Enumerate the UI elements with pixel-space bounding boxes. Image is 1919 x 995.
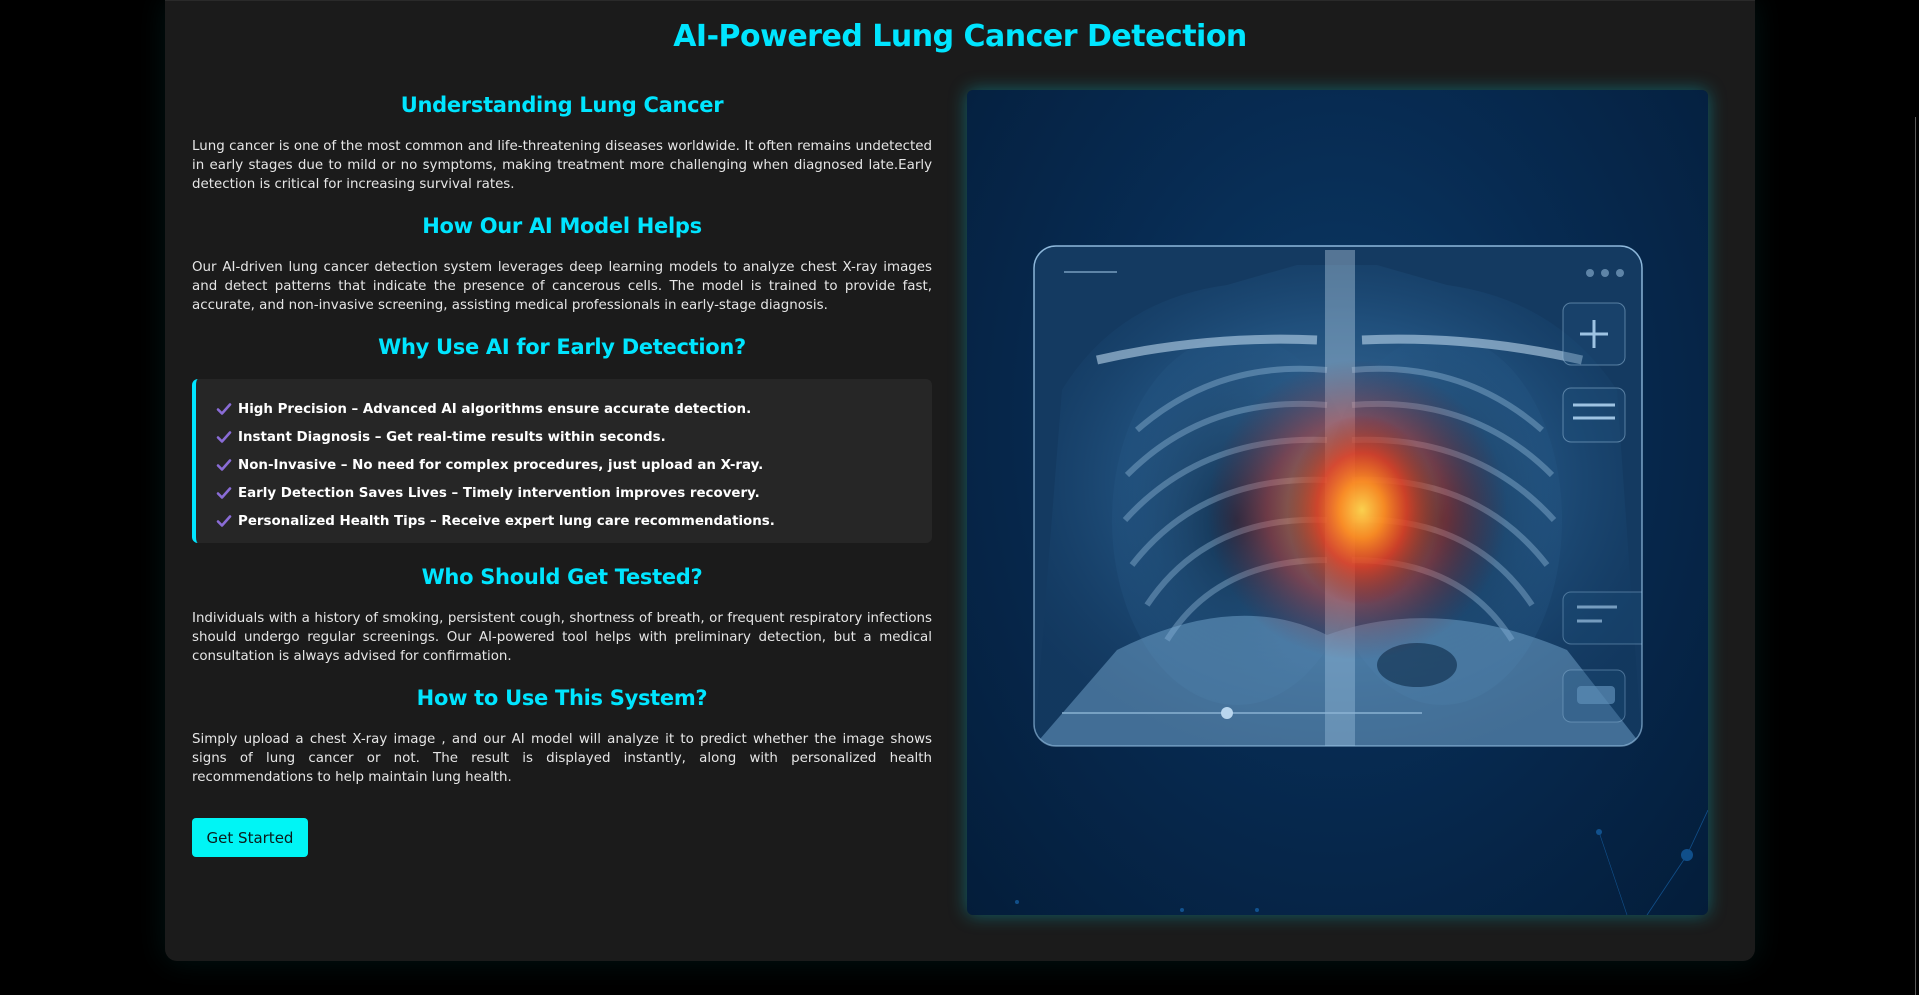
list-item: Personalized Health Tips – Receive exper…: [216, 507, 932, 535]
benefit-label: Early Detection Saves Lives – Timely int…: [238, 485, 760, 501]
text-understanding: Lung cancer is one of the most common an…: [192, 139, 932, 192]
heading-who-tested: Who Should Get Tested?: [421, 565, 703, 589]
check-icon: [216, 515, 232, 527]
benefits-list: High Precision – Advanced AI algorithms …: [192, 379, 932, 543]
benefit-label: Non-Invasive – No need for complex proce…: [238, 457, 764, 473]
heading-how-ai-helps: How Our AI Model Helps: [422, 214, 702, 238]
heading-how-to-use: How to Use This System?: [416, 686, 708, 710]
check-icon: [216, 403, 232, 415]
check-icon: [216, 459, 232, 471]
check-icon: [216, 487, 232, 499]
xray-illustration-graphic: [1015, 245, 1708, 915]
text-who-tested: Individuals with a history of smoking, p…: [192, 611, 932, 664]
get-started-button[interactable]: Get Started: [192, 818, 308, 857]
heading-understanding: Understanding Lung Cancer: [400, 93, 724, 117]
list-item: Early Detection Saves Lives – Timely int…: [216, 479, 932, 507]
list-item: Instant Diagnosis – Get real-time result…: [216, 423, 932, 451]
heading-why-ai: Why Use AI for Early Detection?: [378, 335, 746, 359]
check-icon: [216, 431, 232, 443]
scrollbar[interactable]: [1915, 117, 1916, 995]
benefit-label: High Precision – Advanced AI algorithms …: [238, 401, 752, 417]
benefit-label: Instant Diagnosis – Get real-time result…: [238, 429, 666, 445]
main-card: AI-Powered Lung Cancer Detection Underst…: [165, 0, 1755, 961]
page-title: AI-Powered Lung Cancer Detection: [673, 19, 1247, 54]
benefit-label: Personalized Health Tips – Receive exper…: [238, 513, 775, 529]
xray-illustration: [967, 90, 1708, 915]
text-how-ai-helps: Our AI-driven lung cancer detection syst…: [192, 260, 932, 313]
list-item: High Precision – Advanced AI algorithms …: [216, 395, 932, 423]
text-how-to-use: Simply upload a chest X-ray image , and …: [192, 732, 932, 785]
list-item: Non-Invasive – No need for complex proce…: [216, 451, 932, 479]
